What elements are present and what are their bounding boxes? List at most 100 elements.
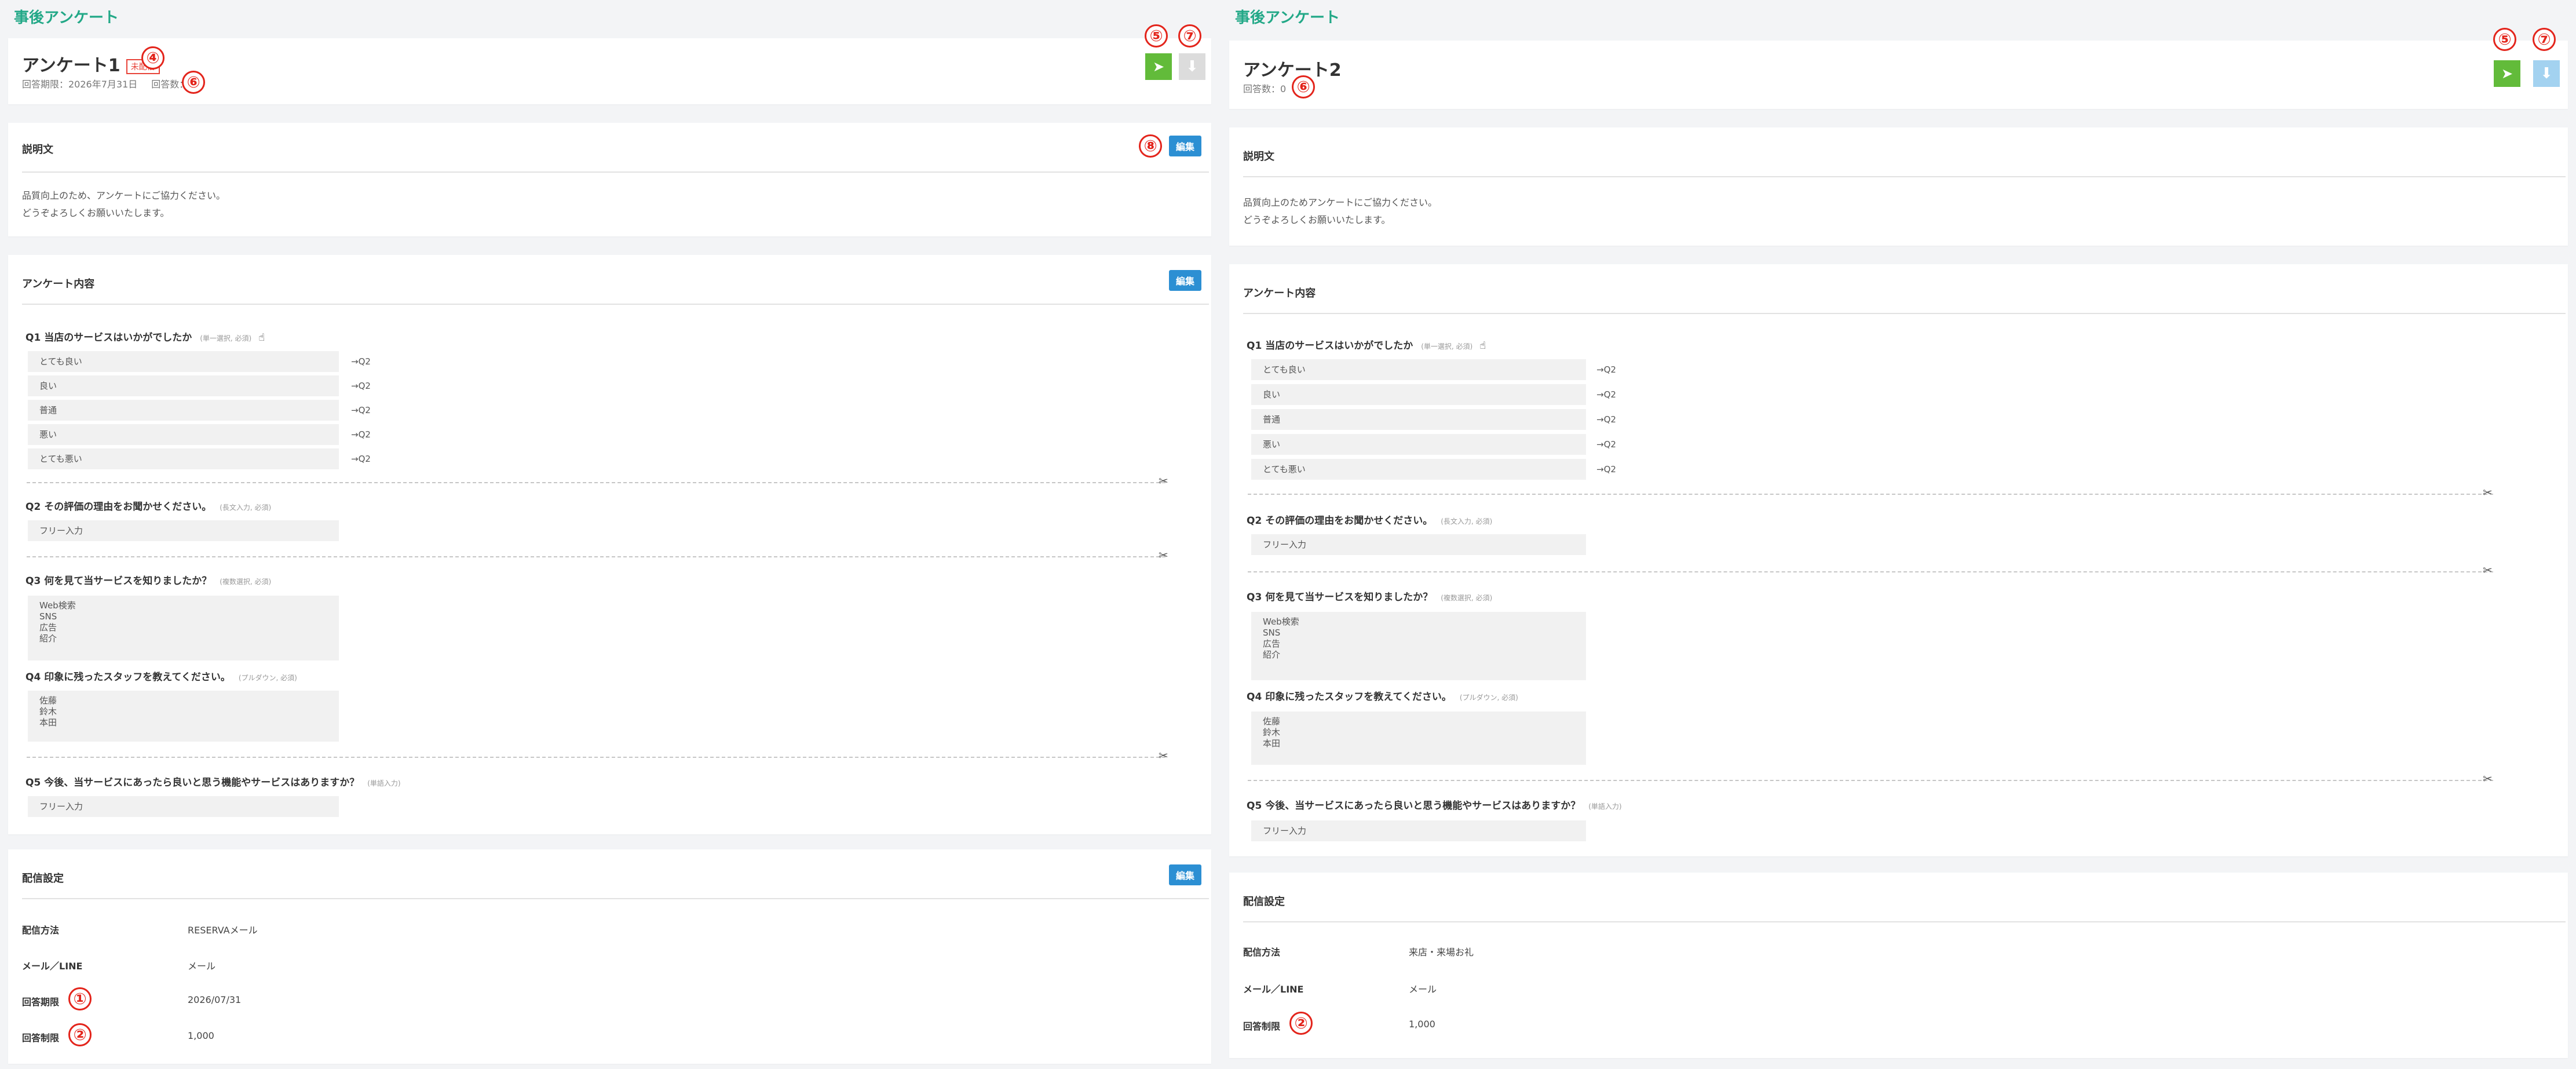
branch-target: →Q2: [351, 454, 371, 464]
channel-value: メール: [1409, 984, 1437, 995]
question-text: Q2 その評価の理由をお聞かせください。: [1247, 515, 1433, 527]
marker-7: ⑦: [1178, 24, 1201, 48]
survey-panel-right: 事後アンケート アンケート2 回答数：0 ⑥ ⑤ ⑦ ➤ ⬇ 説明文 品質向上の…: [1221, 0, 2576, 1058]
download-button[interactable]: ⬇: [2533, 60, 2560, 87]
question-text: Q3 何を見て当サービスを知りましたか？: [1247, 592, 1433, 603]
option: 佐藤: [1263, 716, 1281, 727]
paper-plane-icon: ➤: [2501, 65, 2513, 82]
free-input: フリー入力: [1251, 820, 1586, 841]
survey-header-card: アンケート1 未配信 ④ 回答期限：2026年7月31日 回答数：0 ⑥ ⑤ ⑦ ➤…: [8, 24, 1211, 104]
branch-target: →Q2: [351, 429, 371, 440]
description-line-2: どうぞよろしくお願いいたします。: [22, 207, 170, 218]
description-line-2: どうぞよろしくお願いいたします。: [1243, 214, 1391, 225]
description-card: 説明文 品質向上のためアンケートにご協力ください。 どうぞよろしくお願いいたしま…: [1229, 127, 2568, 246]
edit-distribution-button[interactable]: 編集: [1169, 864, 1201, 885]
content-title: アンケート内容: [22, 278, 95, 290]
section-title: 事後アンケート: [14, 9, 119, 27]
question-text: Q1 当店のサービスはいかがでしたか: [25, 332, 192, 344]
marker-5: ⑤: [1145, 24, 1168, 48]
option-3: 普通: [1251, 409, 1586, 430]
marker-5: ⑤: [2493, 28, 2516, 51]
page-break-line: [27, 556, 1165, 557]
question-4-title: Q4 印象に残ったスタッフを教えてください。 (プルダウン, 必須): [25, 669, 297, 683]
question-hint: (長文入力, 必須): [220, 504, 272, 512]
question-hint: (プルダウン, 必須): [1459, 694, 1518, 702]
question-2-title: Q2 その評価の理由をお聞かせください。 (長文入力, 必須): [1247, 512, 1492, 527]
content-title: アンケート内容: [1243, 287, 1316, 300]
option: Web検索: [39, 600, 76, 611]
send-button[interactable]: ➤: [2494, 60, 2520, 87]
download-icon: ⬇: [1186, 58, 1199, 75]
section-title: 事後アンケート: [1235, 9, 1340, 27]
option: 広告: [1263, 639, 1281, 649]
edit-description-button[interactable]: 編集: [1169, 136, 1201, 156]
checkbox-options: Web検索 SNS 広告 紹介: [28, 596, 339, 661]
option-5: とても悪い: [28, 448, 339, 469]
limit-label: 回答制限: [22, 1032, 60, 1044]
option: 本田: [39, 717, 57, 728]
survey-title: アンケート2: [1243, 60, 1342, 81]
survey-title: アンケート1: [22, 56, 120, 76]
distribution-settings-card: 配信設定 編集 配信方法 RESERVAメール メール／LINE メール 回答期…: [8, 849, 1211, 1064]
branch-target: →Q2: [1596, 439, 1616, 450]
question-text: Q2 その評価の理由をお聞かせください。: [25, 501, 212, 513]
branch-target: →Q2: [351, 356, 371, 367]
question-3-title: Q3 何を見て当サービスを知りましたか？ (複数選択, 必須): [1247, 589, 1492, 603]
marker-6: ⑥: [1292, 75, 1315, 98]
limit-value: 1,000: [1409, 1019, 1435, 1030]
question-1-title: Q1 当店のサービスはいかがでしたか (単一選択, 必須) ☝: [25, 329, 265, 344]
question-3-title: Q3 何を見て当サービスを知りましたか？ (複数選択, 必須): [25, 572, 271, 587]
marker-7: ⑦: [2533, 28, 2556, 51]
page-break-line: [1248, 571, 2493, 572]
option-1: とても良い: [1251, 359, 1586, 380]
scissors-icon[interactable]: ✂: [2483, 563, 2493, 577]
question-text: Q3 何を見て当サービスを知りましたか？: [25, 575, 212, 587]
option: 鈴木: [1263, 727, 1281, 738]
marker-1: ①: [68, 987, 92, 1010]
scissors-icon[interactable]: ✂: [1159, 749, 1168, 762]
question-hint: (単語入力): [1588, 802, 1622, 811]
marker-4: ④: [141, 46, 165, 70]
channel-label: メール／LINE: [22, 961, 83, 972]
option-4: 悪い: [28, 424, 339, 445]
marker-6: ⑥: [182, 71, 205, 94]
question-text: Q5 今後、当サービスにあったら良いと思う機能やサービスはありますか？: [25, 777, 360, 789]
question-2-title: Q2 その評価の理由をお聞かせください。 (長文入力, 必須): [25, 498, 271, 513]
survey-content-card: アンケート内容 編集 Q1 当店のサービスはいかがでしたか (単一選択, 必須) ☝…: [8, 255, 1211, 834]
marker-2: ②: [1289, 1012, 1313, 1035]
marker-8: ⑧: [1139, 134, 1162, 158]
branch-target: →Q2: [1596, 414, 1616, 425]
option: 本田: [1263, 738, 1281, 749]
scissors-icon[interactable]: ✂: [1159, 474, 1168, 488]
scissors-icon[interactable]: ✂: [1159, 548, 1168, 562]
question-hint: (複数選択, 必須): [1441, 594, 1493, 602]
option: 紹介: [39, 633, 57, 644]
scissors-icon[interactable]: ✂: [2483, 486, 2493, 499]
survey-panel-left: 事後アンケート アンケート1 未配信 ④ 回答期限：2026年7月31日 回答数：0…: [0, 0, 1219, 1064]
option-2: 良い: [1251, 384, 1586, 405]
divider: [1243, 313, 2566, 314]
response-count: 回答数：0: [1243, 83, 1287, 94]
description-title: 説明文: [22, 144, 53, 156]
branch-target: →Q2: [1596, 364, 1616, 375]
channel-value: メール: [188, 961, 216, 972]
dropdown-options: 佐藤 鈴木 本田: [1251, 712, 1586, 765]
description-line-1: 品質向上のためアンケートにご協力ください。: [1243, 197, 1438, 208]
question-5-title: Q5 今後、当サービスにあったら良いと思う機能やサービスはありますか？ (単語入力…: [25, 774, 401, 789]
question-hint: (長文入力, 必須): [1441, 517, 1493, 526]
description-line-1: 品質向上のため、アンケートにご協力ください。: [22, 190, 226, 201]
question-hint: (単語入力): [367, 779, 401, 787]
free-input: フリー入力: [28, 796, 339, 817]
divider: [22, 304, 1209, 305]
download-button[interactable]: ⬇: [1179, 53, 1205, 80]
question-4-title: Q4 印象に残ったスタッフを教えてください。 (プルダウン, 必須): [1247, 688, 1518, 703]
question-text: Q4 印象に残ったスタッフを教えてください。: [1247, 691, 1452, 703]
edit-content-button[interactable]: 編集: [1169, 270, 1201, 291]
question-text: Q1 当店のサービスはいかがでしたか: [1247, 340, 1413, 352]
scissors-icon[interactable]: ✂: [2483, 772, 2493, 786]
option: 佐藤: [39, 695, 57, 706]
option: 紹介: [1263, 650, 1281, 660]
send-button[interactable]: ➤: [1145, 53, 1172, 80]
question-hint: (プルダウン, 必須): [238, 674, 297, 682]
option-3: 普通: [28, 400, 339, 421]
